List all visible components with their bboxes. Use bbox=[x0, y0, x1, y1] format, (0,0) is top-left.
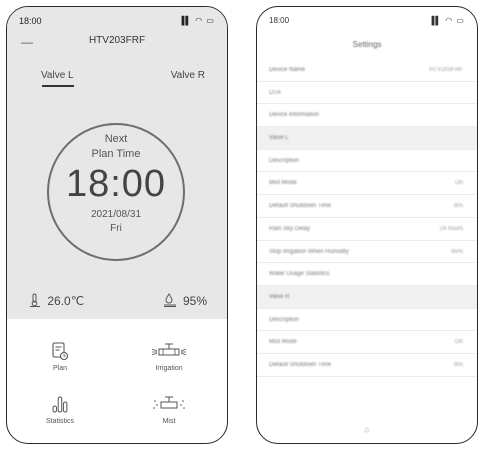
tab-valve-l[interactable]: Valve L bbox=[41, 70, 74, 81]
settings-row[interactable]: Mist Mode On bbox=[257, 172, 477, 196]
settings-row-label: Device Name bbox=[269, 67, 306, 73]
settings-row[interactable]: Description bbox=[257, 309, 477, 332]
bar-chart-icon bbox=[52, 396, 68, 413]
device-screen: 18:00 ▐▌ ◠ ▭ — HTV203FRF Valve L Valve R… bbox=[6, 6, 228, 444]
irrigation-button[interactable]: Irrigation bbox=[139, 341, 199, 372]
settings-section-header: Valve R bbox=[257, 285, 477, 309]
temperature-reading: 26.0℃ bbox=[29, 293, 84, 308]
settings-row-label: Valve L bbox=[269, 135, 289, 142]
page-title: HTV203FRF bbox=[88, 35, 146, 46]
settings-row[interactable]: Device Information bbox=[257, 104, 477, 128]
active-tab-indicator bbox=[42, 85, 74, 87]
settings-list: Device Name HTV203FRF OTA Device Informatio… bbox=[257, 59, 477, 377]
settings-row[interactable]: Default Shutdown Time 30s bbox=[257, 195, 477, 218]
settings-row-value: 24 hours bbox=[439, 225, 463, 232]
settings-row[interactable]: Device Name HTV203FRF bbox=[257, 59, 477, 82]
settings-row-label: Description bbox=[269, 157, 300, 164]
settings-row-value: On bbox=[454, 339, 463, 346]
valve-spray-icon bbox=[151, 343, 187, 356]
mist-valve-icon bbox=[153, 396, 185, 409]
settings-row-value: 30s bbox=[453, 203, 463, 210]
settings-row-value: 30s bbox=[453, 361, 463, 368]
plan-label: Plan bbox=[52, 365, 67, 372]
settings-row-label: OTA bbox=[269, 89, 281, 96]
settings-row[interactable]: Mist Mode On bbox=[257, 331, 477, 354]
status-bar: 18:00 ▐▌ ◠ ▭ bbox=[269, 16, 465, 28]
settings-row[interactable]: OTA bbox=[257, 82, 477, 105]
irrigation-label: Irrigation bbox=[155, 365, 183, 372]
humidity-reading: 95% bbox=[163, 293, 207, 308]
settings-row[interactable]: Default Shutdown Time 30s bbox=[257, 354, 477, 377]
settings-row-label: Mist Mode bbox=[269, 339, 297, 346]
home-indicator-icon: ⌂ bbox=[364, 425, 370, 434]
settings-row[interactable]: Stop Irrigation When Humidity 95% bbox=[257, 241, 477, 264]
humidity-icon bbox=[163, 293, 176, 307]
settings-row-label: Water Usage Statistics bbox=[269, 271, 330, 278]
signal-wifi-battery-icon: ▐▌ ◠ ▭ bbox=[178, 16, 215, 25]
settings-row[interactable]: Rain Sky Delay 24 hours bbox=[257, 218, 477, 241]
statistics-button[interactable]: Statistics bbox=[30, 394, 90, 425]
settings-screen: 18:00 ▐▌ ◠ ▭ Settings Device Name HTV203F… bbox=[256, 6, 478, 444]
settings-row-label: Description bbox=[269, 316, 300, 323]
settings-section-header: Valve L bbox=[257, 127, 477, 150]
calendar-clock-icon bbox=[52, 342, 69, 361]
tab-valve-r[interactable]: Valve R bbox=[171, 70, 205, 81]
mist-label: Mist bbox=[162, 418, 176, 425]
status-bar: 18:00 ▐▌ ◠ ▭ bbox=[19, 16, 215, 28]
status-time: 18:00 bbox=[19, 16, 42, 26]
settings-row-label: Device Information bbox=[269, 112, 320, 119]
plan-time-label: Plan Time bbox=[91, 148, 141, 160]
settings-row-label: Rain Sky Delay bbox=[269, 225, 311, 232]
settings-row-value: HTV203FRF bbox=[429, 67, 463, 73]
status-time: 18:00 bbox=[269, 16, 290, 25]
settings-row-value: 95% bbox=[450, 248, 463, 255]
settings-row-label: Default Shutdown Time bbox=[269, 203, 332, 210]
statistics-label: Statistics bbox=[45, 418, 74, 425]
plan-button[interactable]: Plan bbox=[30, 341, 90, 372]
temperature-value: 26.0℃ bbox=[47, 294, 85, 308]
settings-row-label: Mist Mode bbox=[269, 180, 297, 187]
next-plan-time-dial: Next Plan Time 18:00 2021/08/31 Fri bbox=[47, 123, 185, 261]
settings-row-label: Stop Irrigation When Humidity bbox=[269, 248, 349, 255]
signal-wifi-battery-icon: ▐▌ ◠ ▭ bbox=[428, 16, 465, 25]
page-title: Settings bbox=[352, 40, 382, 49]
plan-date: 2021/08/31 bbox=[90, 209, 142, 220]
settings-row[interactable]: Water Usage Statistics bbox=[257, 263, 477, 286]
plan-time-value: 18:00 bbox=[65, 163, 167, 205]
humidity-value: 95% bbox=[182, 294, 207, 308]
mist-button[interactable]: Mist bbox=[139, 394, 199, 425]
settings-row[interactable]: Description bbox=[257, 150, 477, 173]
plan-day: Fri bbox=[110, 223, 122, 234]
settings-row-label: Valve R bbox=[269, 293, 290, 300]
next-label: Next bbox=[104, 133, 128, 145]
settings-row-label: Default Shutdown Time bbox=[269, 361, 332, 368]
settings-row-value: On bbox=[454, 180, 463, 187]
thermometer-icon bbox=[30, 293, 40, 307]
